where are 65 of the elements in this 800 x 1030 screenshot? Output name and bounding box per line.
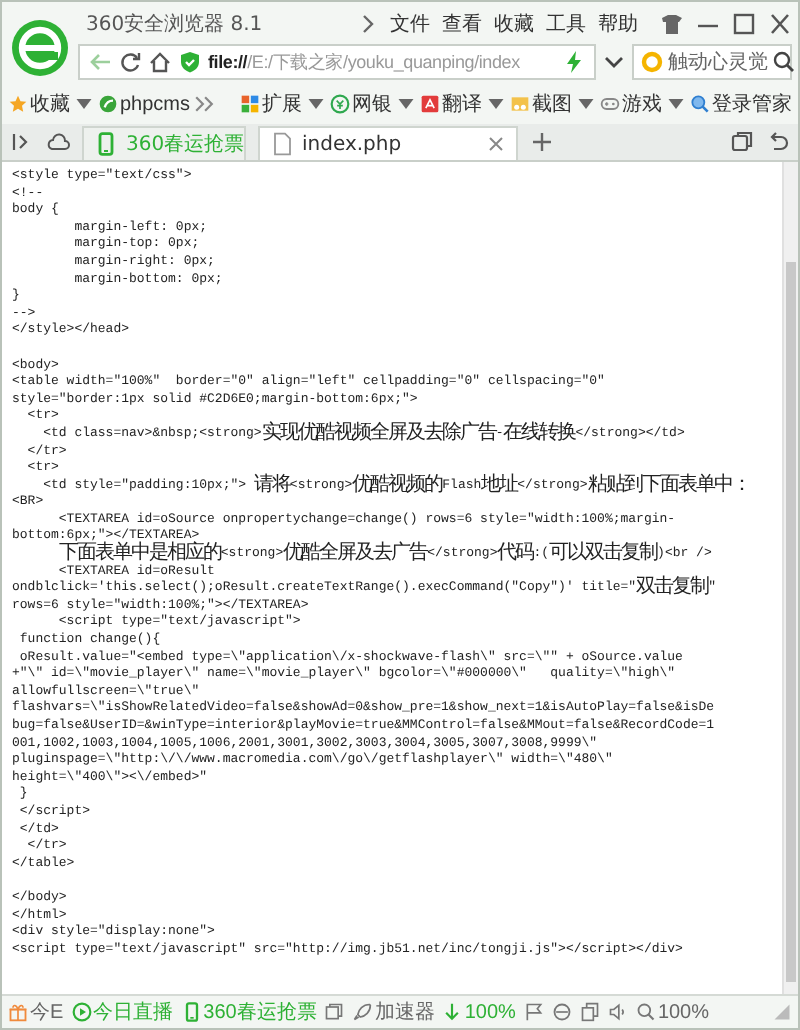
bookmark-item[interactable]: 游戏: [600, 90, 662, 118]
browser-tab[interactable]: index.php: [258, 126, 518, 160]
search-field[interactable]: 触动心灵觉: [632, 44, 792, 80]
double-chevron-icon[interactable]: [194, 94, 215, 114]
scissors-icon: [510, 94, 530, 114]
maximize-icon[interactable]: [730, 11, 758, 35]
bookmark-item[interactable]: 收藏: [8, 90, 70, 118]
undo-icon[interactable]: [766, 130, 790, 154]
ring-icon: [640, 50, 664, 74]
lightning-icon[interactable]: [562, 50, 586, 74]
caret-icon[interactable]: [396, 94, 416, 114]
close-icon[interactable]: [766, 11, 794, 35]
menu-item[interactable]: 工具: [546, 9, 586, 37]
window-icon[interactable]: [324, 1002, 345, 1022]
coin-icon: [330, 94, 350, 114]
phone-icon: [181, 1002, 202, 1022]
phone-icon: [94, 132, 118, 156]
address-bar[interactable]: file:///E:/下载之家/youku_quanping/index: [78, 44, 596, 80]
window-title: 360安全浏览器 8.1: [86, 11, 263, 37]
gift-icon: [8, 1002, 28, 1022]
magnifier-icon: [690, 94, 710, 114]
speaker-icon[interactable]: [607, 1002, 628, 1022]
leaf-icon: [98, 94, 118, 114]
grid-icon: [240, 94, 260, 114]
cloud-icon[interactable]: [46, 130, 70, 154]
search-icon[interactable]: [772, 50, 796, 74]
status-item[interactable]: 今E: [8, 998, 64, 1026]
page-icon: [270, 132, 294, 156]
bookmark-item[interactable]: 网银: [330, 90, 392, 118]
magnifier-icon: [635, 1002, 656, 1022]
menu-item[interactable]: 收藏: [494, 9, 534, 37]
download-arrow-icon: [442, 1002, 463, 1022]
scrollbar[interactable]: [782, 162, 798, 994]
play-icon: [71, 1002, 92, 1022]
menu-item[interactable]: 文件: [390, 9, 430, 37]
game-icon: [600, 94, 620, 114]
status-item[interactable]: 加速器: [352, 998, 435, 1026]
bookmark-item[interactable]: 翻译: [420, 90, 482, 118]
caret-icon[interactable]: [306, 94, 326, 114]
status-item[interactable]: 100%: [635, 1001, 710, 1023]
menu-item[interactable]: 帮助: [598, 9, 638, 37]
bookmark-item[interactable]: 截图: [510, 90, 572, 118]
chevron-right-icon[interactable]: [358, 11, 378, 35]
refresh-icon[interactable]: [118, 50, 142, 74]
new-tab-icon[interactable]: [530, 130, 554, 154]
translate-icon: [420, 94, 440, 114]
caret-icon[interactable]: [486, 94, 506, 114]
skin-icon[interactable]: [658, 11, 686, 35]
home-icon[interactable]: [148, 50, 172, 74]
bookmark-item[interactable]: 扩展: [240, 90, 302, 118]
close-icon[interactable]: [486, 134, 506, 154]
bookmark-item[interactable]: phpcms: [98, 93, 191, 115]
flag-icon[interactable]: [523, 1002, 544, 1022]
star-icon: [8, 94, 28, 114]
caret-icon[interactable]: [666, 94, 686, 114]
copy-icon[interactable]: [579, 1002, 600, 1022]
restore-tab-icon[interactable]: [730, 130, 754, 154]
menu-item[interactable]: 查看: [442, 9, 482, 37]
shield-icon: [178, 50, 202, 74]
bookmark-item[interactable]: 登录管家: [690, 90, 792, 118]
url-text: file:///E:/下载之家/youku_quanping/index: [208, 49, 522, 75]
resize-grip-icon: [772, 1002, 792, 1022]
caret-icon[interactable]: [74, 94, 94, 114]
browser-logo: [10, 18, 70, 78]
caret-icon[interactable]: [576, 94, 596, 114]
